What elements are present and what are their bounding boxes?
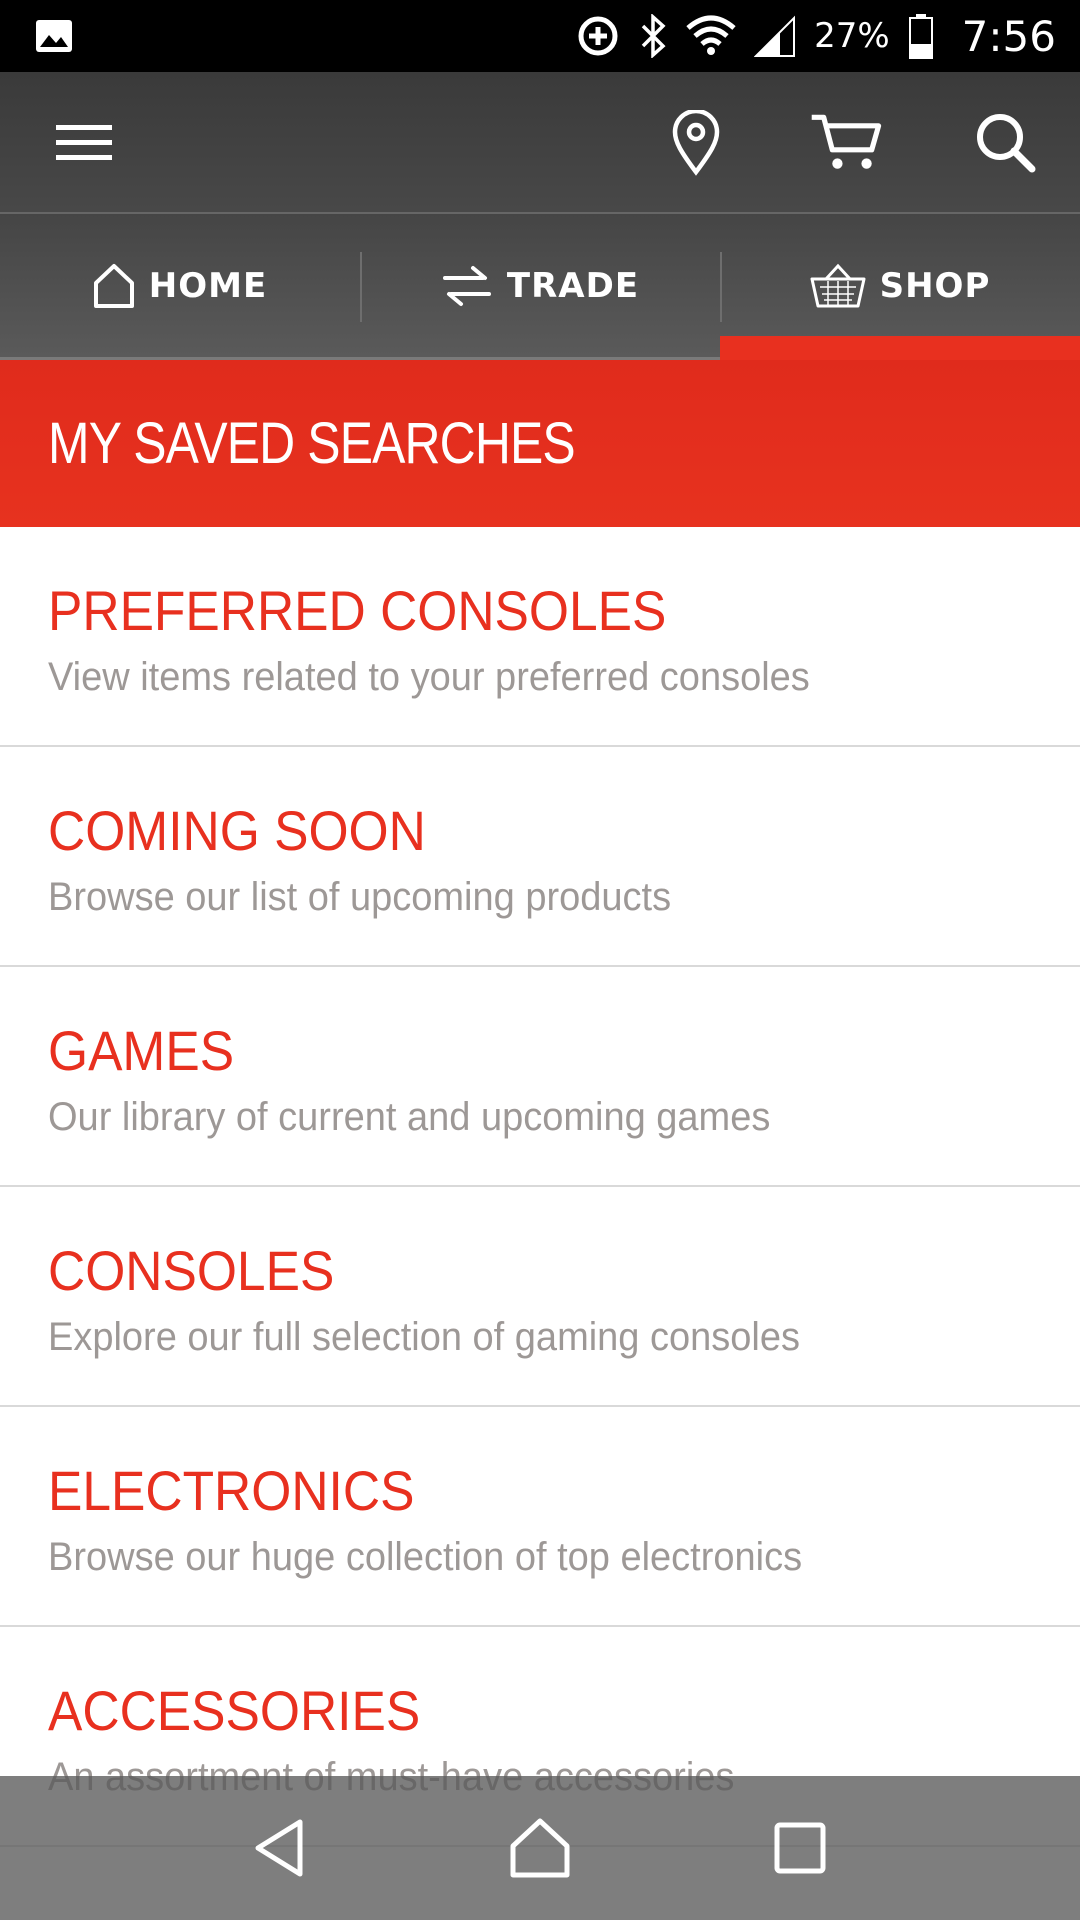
back-icon bbox=[255, 1819, 303, 1877]
page-title: MY SAVED SEARCHES bbox=[48, 411, 576, 476]
list-item-title: COMING SOON bbox=[48, 799, 426, 862]
gallery-icon bbox=[36, 20, 72, 52]
list-item-title: CONSOLES bbox=[48, 1239, 335, 1302]
battery-icon bbox=[908, 14, 933, 59]
signal-icon bbox=[754, 15, 796, 57]
list-item-consoles[interactable]: CONSOLES Explore our full selection of g… bbox=[0, 1187, 1080, 1407]
list-item-description: Browse our list of upcoming products bbox=[48, 875, 672, 919]
recents-icon bbox=[774, 1822, 826, 1874]
app-screen: 27% 7:56 HOME TRADE SHOP MY SAVED SEARCH… bbox=[0, 0, 1080, 1920]
list-item-electronics[interactable]: ELECTRONICS Browse our huge collection o… bbox=[0, 1407, 1080, 1627]
list-item-coming-soon[interactable]: COMING SOON Browse our list of upcoming … bbox=[0, 747, 1080, 967]
list-item-description: Browse our huge collection of top electr… bbox=[48, 1535, 803, 1579]
location-pin-icon bbox=[672, 110, 720, 176]
data-saver-icon bbox=[578, 16, 618, 56]
cart-button[interactable] bbox=[810, 107, 882, 179]
list-item-title: ELECTRONICS bbox=[48, 1459, 415, 1522]
home-nav-icon bbox=[510, 1818, 570, 1878]
wifi-icon bbox=[686, 15, 736, 55]
trade-arrows-icon bbox=[442, 265, 491, 306]
tab-shop[interactable]: SHOP bbox=[720, 214, 1080, 360]
list-item-description: Our library of current and upcoming game… bbox=[48, 1095, 771, 1139]
main-tabs: HOME TRADE SHOP bbox=[0, 214, 1080, 360]
status-bar: 27% 7:56 bbox=[0, 0, 1080, 72]
list-item-description: Explore our full selection of gaming con… bbox=[48, 1315, 800, 1359]
store-locator-button[interactable] bbox=[660, 107, 732, 179]
section-header: MY SAVED SEARCHES bbox=[0, 360, 1080, 527]
tab-home[interactable]: HOME bbox=[0, 214, 360, 357]
back-button[interactable] bbox=[235, 1803, 325, 1893]
list-item-title: PREFERRED CONSOLES bbox=[48, 579, 667, 642]
system-nav-bar bbox=[0, 1776, 1080, 1920]
tab-trade[interactable]: TRADE bbox=[360, 214, 720, 357]
basket-icon bbox=[810, 263, 866, 307]
list-item-description: View items related to your preferred con… bbox=[48, 655, 810, 699]
menu-button[interactable] bbox=[48, 107, 120, 179]
bluetooth-icon bbox=[641, 14, 666, 58]
home-nav-button[interactable] bbox=[495, 1803, 585, 1893]
list-item-preferred-consoles[interactable]: PREFERRED CONSOLES View items related to… bbox=[0, 527, 1080, 747]
home-icon bbox=[93, 263, 134, 308]
top-app-bar bbox=[0, 72, 1080, 214]
clock: 7:56 bbox=[961, 11, 1056, 61]
cart-icon bbox=[811, 114, 882, 169]
menu-icon bbox=[56, 125, 112, 160]
saved-searches-list: PREFERRED CONSOLES View items related to… bbox=[0, 527, 1080, 1847]
list-item-title: ACCESSORIES bbox=[48, 1679, 421, 1742]
list-item-title: GAMES bbox=[48, 1019, 235, 1082]
battery-percent: 27% bbox=[814, 16, 890, 56]
search-button[interactable] bbox=[970, 107, 1042, 179]
list-item-games[interactable]: GAMES Our library of current and upcomin… bbox=[0, 967, 1080, 1187]
tab-trade-label: TRADE bbox=[506, 265, 640, 306]
search-icon bbox=[977, 114, 1036, 173]
tab-shop-label: SHOP bbox=[879, 265, 991, 306]
recents-button[interactable] bbox=[755, 1803, 845, 1893]
tab-home-label: HOME bbox=[148, 265, 268, 306]
